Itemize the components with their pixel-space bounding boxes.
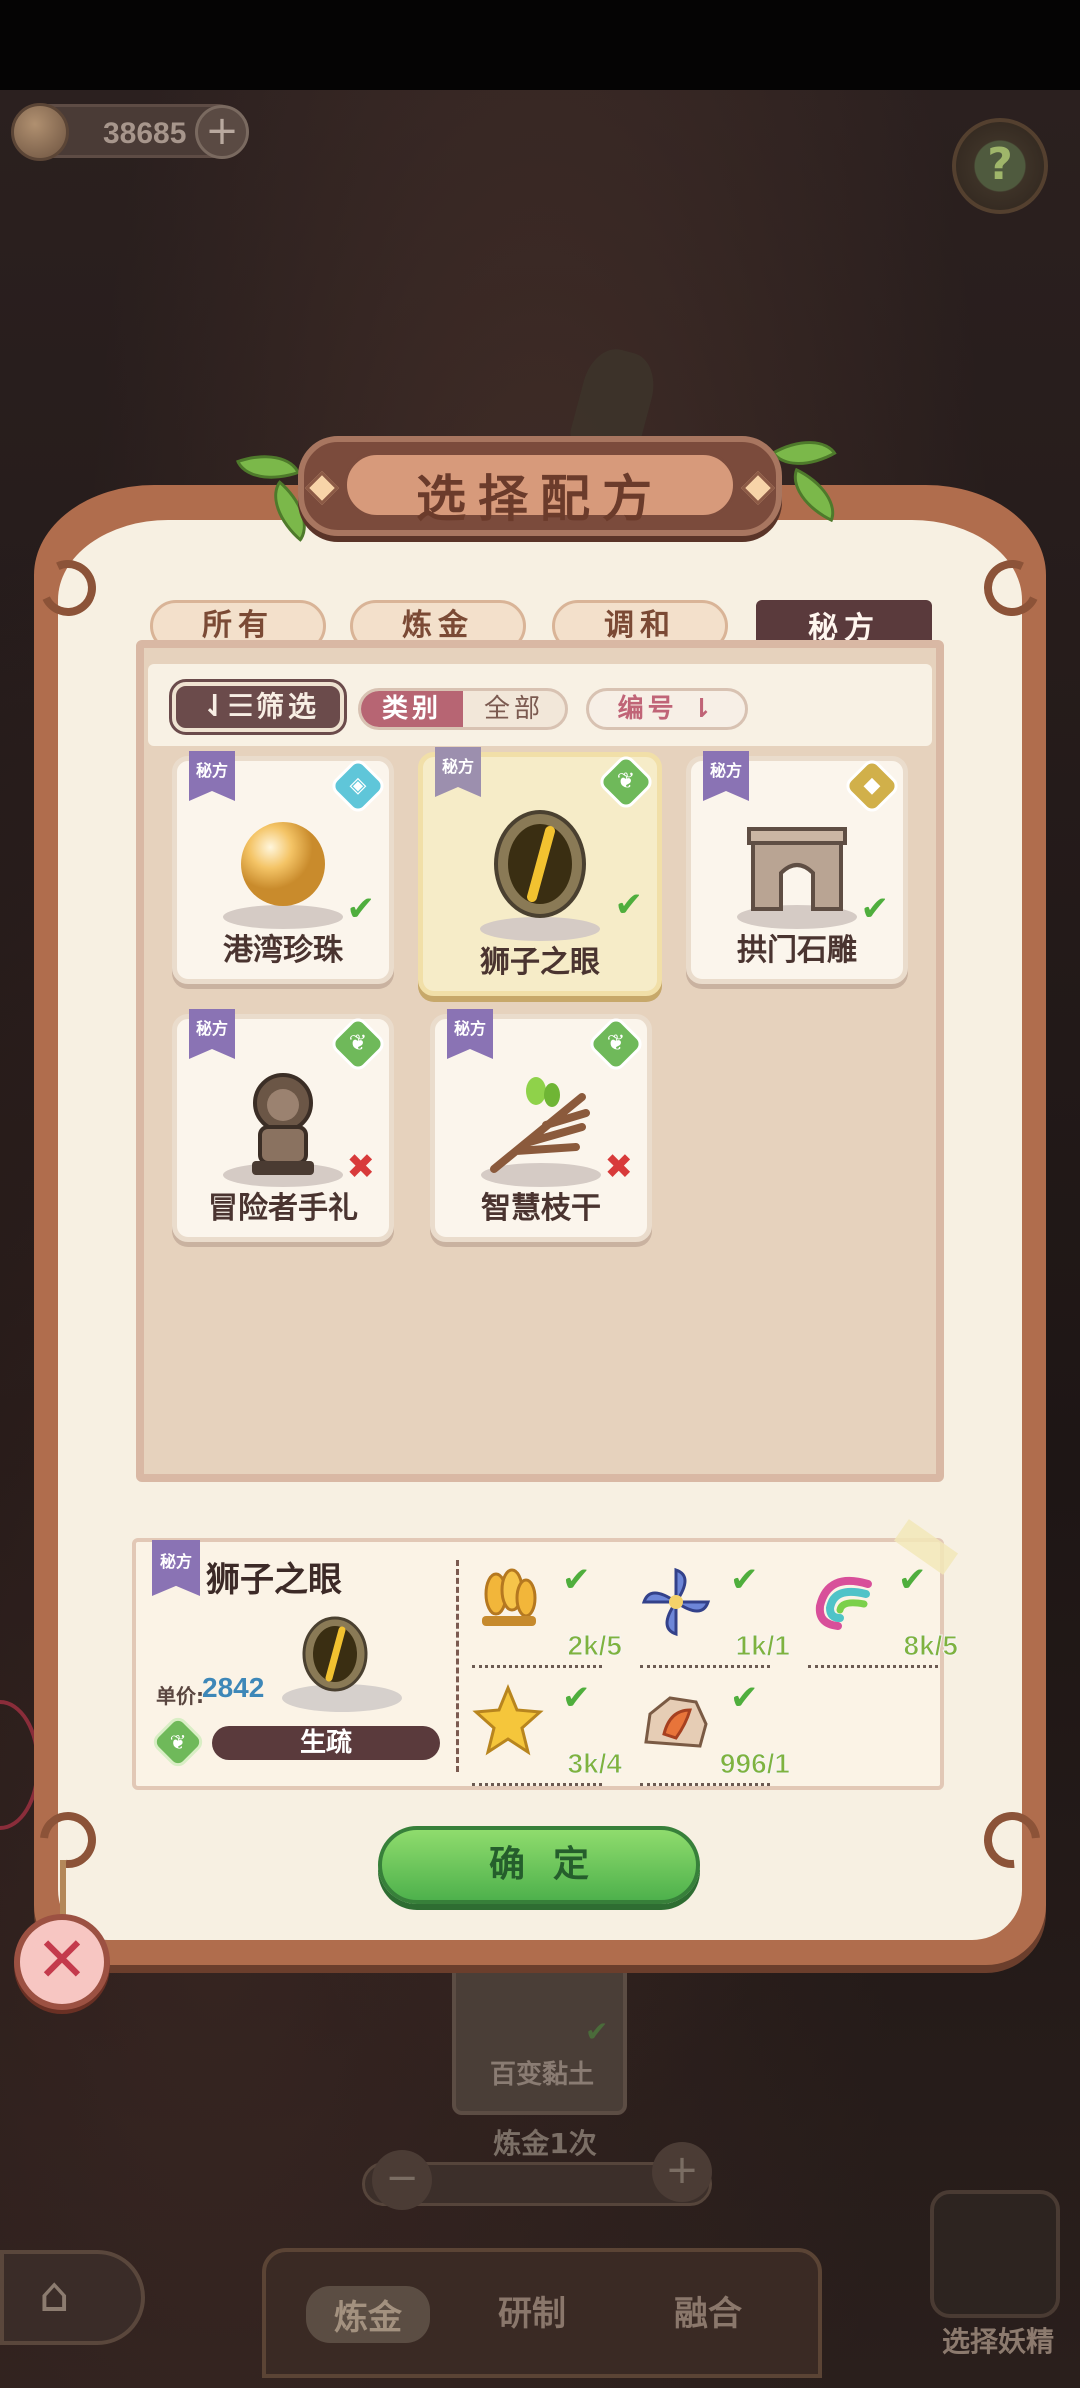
lion-statue-icon [252, 1073, 314, 1175]
check-icon: ✔ [562, 1678, 591, 1718]
category-selector[interactable]: 类别 全部 [358, 688, 568, 730]
current-recipe-label: 百变黏土 [489, 2060, 594, 2090]
earth-attribute-icon: ◆ [842, 756, 902, 816]
available-check-icon: ✔ [346, 889, 376, 929]
check-icon: ✔ [730, 1678, 759, 1718]
recipe-card-lion-eye[interactable]: 秘方 ❦ ✔ 狮子之眼 [418, 747, 662, 996]
water-attribute-icon: ◈ [328, 756, 388, 816]
ingredient-count: 3k/4 [567, 1748, 622, 1780]
filter-button-label: 筛选 [256, 690, 321, 723]
category-label: 类别 [361, 691, 463, 727]
recipe-name: 拱门石雕 [737, 933, 857, 968]
ingredient-count: 1k/1 [735, 1630, 790, 1662]
ingredient-count: 996/1 [719, 1748, 790, 1780]
spirit-slot [930, 2190, 1060, 2318]
bottom-tab-bar: 炼金 研制 融合 [262, 2248, 822, 2378]
tab-fusion: 融合 [674, 2294, 742, 2334]
sort-label: 编号 [617, 694, 678, 724]
ingredient-slot[interactable]: ✔ 8k/5 [808, 1560, 958, 1668]
recipe-card-wisdom-branch[interactable]: 秘方 ❦ ✖ 智慧枝干 [430, 1009, 652, 1242]
rope-decoration [60, 1860, 66, 1920]
increase-count-button: + [652, 2142, 712, 2202]
ingredient-slot[interactable]: ✔ 2k/5 [472, 1560, 622, 1668]
recipe-card-arch-sculpture[interactable]: 秘方 ◆ ✔ 拱门石雕 [686, 751, 908, 984]
close-button[interactable]: ✕ [14, 1914, 110, 2010]
recipe-card-harbor-pearl[interactable]: 秘方 ◈ ✔ 港湾珍珠 [172, 751, 394, 984]
status-bar [0, 0, 1080, 90]
secret-badge: 秘方 [703, 751, 749, 801]
pearl-icon [241, 822, 325, 906]
check-icon: ✔ [562, 1560, 591, 1600]
ingredient-slot[interactable]: ✔ 996/1 [640, 1678, 791, 1786]
category-value[interactable]: 全部 [463, 691, 565, 727]
recipe-name: 港湾珍珠 [223, 933, 343, 968]
proficiency-tag: 生疏 [212, 1726, 440, 1760]
wheat-icon [482, 1568, 537, 1626]
unit-price-value: 2842 [202, 1672, 265, 1703]
secret-badge: 秘方 [189, 751, 235, 801]
lion-eye-gem-icon [494, 810, 586, 918]
secret-badge: 秘方 [435, 747, 481, 797]
ingredient-count: 2k/5 [567, 1630, 622, 1662]
ore-icon [644, 1696, 708, 1748]
check-icon: ✔ [730, 1560, 759, 1600]
close-icon: ✕ [36, 1923, 88, 1996]
dotted-underline [640, 1665, 770, 1668]
branch-icon [490, 1077, 590, 1173]
plant-attribute-icon: ❦ [596, 752, 656, 812]
title-plate: 选择配方 [298, 436, 782, 536]
available-check-icon: ✔ [860, 889, 890, 929]
tab-alchemy: 炼金 [306, 2286, 430, 2343]
secret-badge: 秘方 [189, 1009, 235, 1059]
rainbow-feather-icon [815, 1576, 872, 1630]
sort-arrow-icon: ⇂ [690, 694, 717, 724]
craft-count-label: 炼金1次 [493, 2127, 597, 2160]
available-check-icon: ✔ [614, 885, 644, 925]
dotted-underline [472, 1783, 602, 1786]
recipe-name: 冒险者手礼 [208, 1191, 358, 1226]
recipe-name: 智慧枝干 [481, 1191, 601, 1226]
filter-button[interactable]: ⇃☰ 筛选 [169, 679, 347, 735]
secret-badge: 秘方 [447, 1009, 493, 1059]
selected-recipe-name: 狮子之眼 [206, 1560, 342, 1600]
pinwheel-flower-icon [641, 1567, 711, 1637]
dotted-underline [472, 1665, 602, 1668]
dialog-title: 选择配方 [416, 470, 664, 528]
star-icon [472, 1684, 544, 1756]
coin-value: 38685 [103, 117, 187, 150]
recipe-name: 狮子之眼 [480, 945, 600, 980]
stone-arch-icon [747, 827, 847, 911]
unavailable-x-icon: ✖ [346, 1147, 376, 1187]
divider [456, 1560, 459, 1772]
unit-price-label: 单价: [156, 1684, 204, 1708]
confirm-button[interactable]: 确定 [378, 1826, 700, 1904]
ingredient-slot[interactable]: ✔ 3k/4 [472, 1678, 622, 1786]
check-icon: ✔ [898, 1560, 927, 1600]
plant-attribute-icon: ❦ [586, 1014, 646, 1074]
recipe-card-adventurer-gift[interactable]: 秘方 ❦ ✖ 冒险者手礼 [172, 1009, 394, 1242]
ingredient-slot[interactable]: ✔ 1k/1 [640, 1560, 790, 1668]
tab-research: 研制 [498, 2294, 566, 2334]
ingredient-count: 8k/5 [903, 1630, 958, 1662]
select-spirit-label: 选择妖精 [941, 2325, 1054, 2358]
unavailable-x-icon: ✖ [604, 1147, 634, 1187]
dotted-underline [640, 1783, 770, 1786]
sort-filter-icon: ⇃☰ [202, 689, 255, 724]
help-button[interactable]: ? [952, 118, 1048, 214]
plant-attribute-icon: ❦ [328, 1014, 388, 1074]
dotted-underline [808, 1665, 938, 1668]
gem-icon [305, 471, 339, 505]
coin-icon [11, 103, 69, 161]
coin-counter: 38685 + [11, 103, 249, 161]
lion-eye-gem-icon [302, 1616, 368, 1692]
decrease-count-button: − [372, 2150, 432, 2210]
gem-icon [741, 471, 775, 505]
check-icon: ✔ [585, 2015, 609, 2048]
home-button: ⌂ [0, 2250, 145, 2345]
add-coins-button[interactable]: + [195, 105, 249, 159]
sort-by-number-button[interactable]: 编号 ⇂ [586, 688, 748, 730]
